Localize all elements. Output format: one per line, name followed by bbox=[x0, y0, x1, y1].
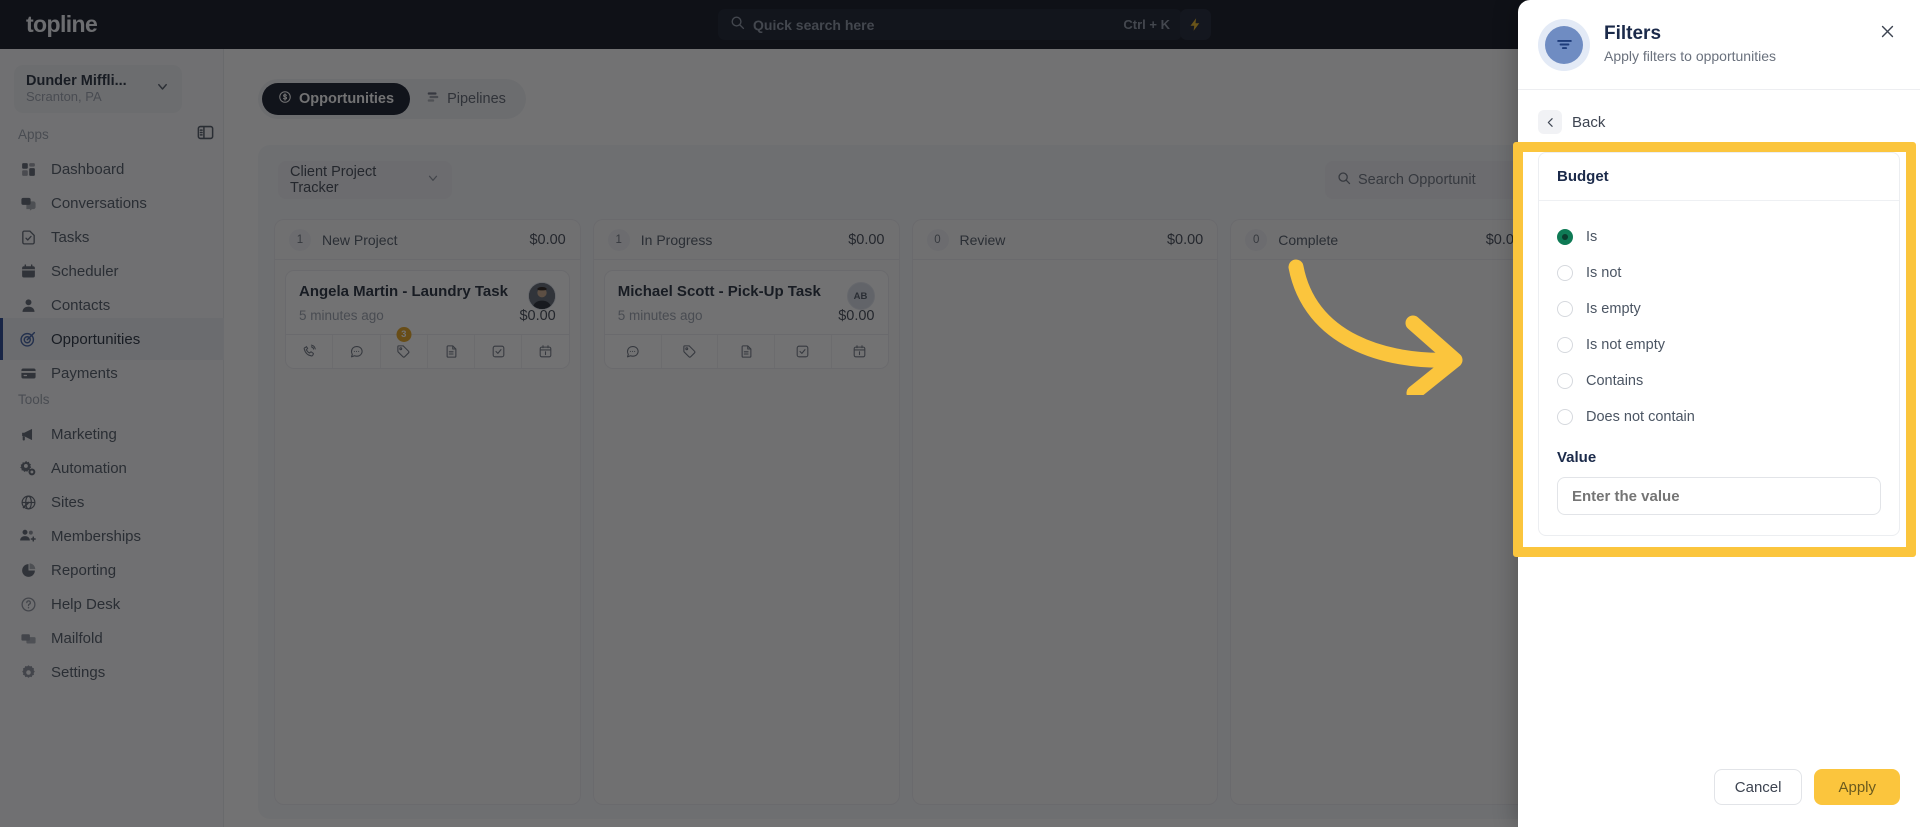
cancel-button[interactable]: Cancel bbox=[1713, 769, 1803, 805]
filter-option-contains[interactable]: Contains bbox=[1557, 363, 1881, 399]
radio-button[interactable] bbox=[1557, 301, 1573, 317]
budget-filter-card: Budget Is Is not Is empty Is not empty C… bbox=[1538, 152, 1900, 536]
chevron-left-icon bbox=[1538, 110, 1562, 134]
filter-option-label: Is empty bbox=[1586, 301, 1641, 317]
radio-button[interactable] bbox=[1557, 373, 1573, 389]
back-button[interactable]: Back bbox=[1538, 110, 1605, 134]
filters-panel-footer: Cancel Apply bbox=[1713, 769, 1900, 805]
budget-filter-header: Budget bbox=[1539, 153, 1899, 201]
apply-button[interactable]: Apply bbox=[1814, 769, 1900, 805]
filter-option-is[interactable]: Is bbox=[1557, 219, 1881, 255]
filter-option-is-empty[interactable]: Is empty bbox=[1557, 291, 1881, 327]
filter-option-is-not-empty[interactable]: Is not empty bbox=[1557, 327, 1881, 363]
filter-option-is-not[interactable]: Is not bbox=[1557, 255, 1881, 291]
filters-panel: Filters Apply filters to opportunities B… bbox=[1518, 0, 1920, 827]
filter-option-label: Is not bbox=[1586, 265, 1622, 281]
budget-filter-body: Is Is not Is empty Is not empty Contains bbox=[1539, 201, 1899, 535]
filter-icon-wrapper bbox=[1538, 18, 1590, 71]
value-input[interactable] bbox=[1557, 477, 1881, 515]
filter-icon bbox=[1545, 25, 1583, 64]
filters-panel-header: Filters Apply filters to opportunities bbox=[1518, 0, 1920, 90]
budget-filter-title: Budget bbox=[1557, 168, 1609, 185]
filter-option-label: Contains bbox=[1586, 373, 1644, 389]
radio-button[interactable] bbox=[1557, 409, 1573, 425]
radio-button[interactable] bbox=[1557, 229, 1573, 245]
radio-button[interactable] bbox=[1557, 337, 1573, 353]
back-button-label: Back bbox=[1572, 113, 1606, 131]
filter-option-does-not-contain[interactable]: Does not contain bbox=[1557, 399, 1881, 435]
filter-option-label: Does not contain bbox=[1586, 409, 1695, 425]
close-icon[interactable] bbox=[1872, 16, 1902, 46]
filter-option-label: Is not empty bbox=[1586, 337, 1665, 353]
curved-arrow-right-icon bbox=[1280, 245, 1480, 401]
filters-panel-title: Filters bbox=[1604, 23, 1662, 45]
radio-button[interactable] bbox=[1557, 265, 1573, 281]
value-label: Value bbox=[1557, 449, 1597, 466]
filter-option-label: Is bbox=[1586, 229, 1598, 245]
filters-panel-subtitle: Apply filters to opportunities bbox=[1604, 48, 1776, 65]
